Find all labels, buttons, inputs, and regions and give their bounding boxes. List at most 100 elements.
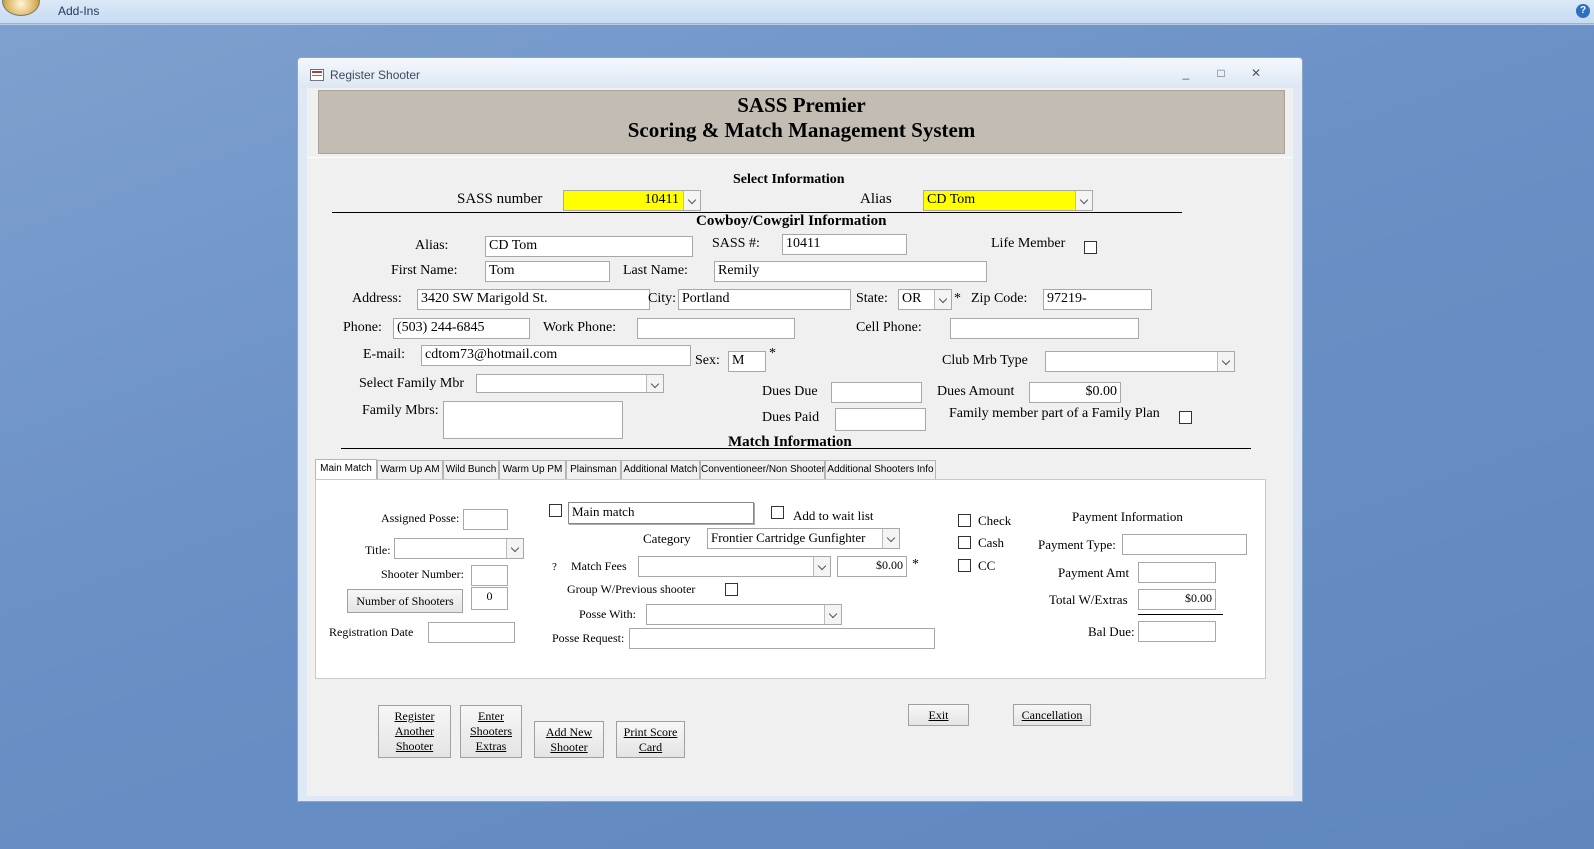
address-label: Address: bbox=[352, 291, 402, 306]
ribbon-tab-add-ins[interactable]: Add-Ins bbox=[58, 4, 99, 18]
workspace-border bbox=[0, 24, 1594, 25]
address-field[interactable]: 3420 SW Marigold St. bbox=[417, 289, 650, 310]
chevron-down-icon[interactable] bbox=[683, 191, 700, 210]
chevron-down-icon[interactable] bbox=[813, 557, 830, 576]
cc-checkbox[interactable] bbox=[958, 559, 971, 572]
select-family-select[interactable] bbox=[476, 374, 664, 393]
tab-warm-up-pm[interactable]: Warm Up PM bbox=[499, 460, 566, 480]
sass-num-field[interactable]: 10411 bbox=[782, 234, 907, 255]
registration-date-label: Registration Date bbox=[329, 625, 414, 639]
minimize-button[interactable]: _ bbox=[1174, 66, 1198, 82]
life-member-label: Life Member bbox=[991, 236, 1066, 251]
alias-field[interactable]: CD Tom bbox=[485, 236, 693, 257]
tab-additional-match[interactable]: Additional Match bbox=[621, 460, 700, 480]
club-mbr-type-select[interactable] bbox=[1045, 351, 1235, 372]
sass-number-label: SASS number bbox=[457, 191, 543, 207]
chevron-down-icon[interactable] bbox=[824, 605, 841, 624]
bal-due-field[interactable] bbox=[1138, 621, 1216, 642]
group-previous-checkbox[interactable] bbox=[725, 583, 738, 596]
payment-type-field[interactable] bbox=[1122, 534, 1247, 555]
phone-field[interactable]: (503) 244-6845 bbox=[393, 318, 530, 339]
tab-main-match[interactable]: Main Match bbox=[315, 459, 377, 481]
posse-with-select[interactable] bbox=[646, 604, 842, 625]
tab-additional-shooters-info[interactable]: Additional Shooters Info bbox=[825, 460, 936, 480]
total-underline bbox=[1138, 614, 1223, 615]
print-score-card-button[interactable]: Print Score Card bbox=[616, 721, 685, 758]
check-checkbox[interactable] bbox=[958, 514, 971, 527]
chevron-down-icon[interactable] bbox=[646, 375, 663, 392]
zip-field[interactable]: 97219- bbox=[1043, 289, 1152, 310]
life-member-checkbox[interactable] bbox=[1084, 241, 1097, 254]
chevron-down-icon[interactable] bbox=[1217, 352, 1234, 371]
exit-button[interactable]: Exit bbox=[908, 704, 969, 726]
family-plan-checkbox[interactable] bbox=[1179, 411, 1192, 424]
assigned-posse-label: Assigned Posse: bbox=[381, 511, 460, 525]
cancellation-button[interactable]: Cancellation bbox=[1013, 704, 1091, 726]
assigned-posse-field[interactable] bbox=[463, 509, 508, 530]
exit-label: Exit bbox=[928, 707, 949, 722]
dues-due-field[interactable] bbox=[831, 382, 922, 403]
category-select[interactable]: Frontier Cartridge Gunfighter bbox=[707, 528, 900, 549]
cash-checkbox[interactable] bbox=[958, 536, 971, 549]
total-extras-field[interactable]: $0.00 bbox=[1138, 589, 1216, 610]
chevron-down-icon[interactable] bbox=[882, 529, 899, 548]
club-mbr-type-label: Club Mrb Type bbox=[942, 353, 1028, 368]
cell-phone-label: Cell Phone: bbox=[856, 320, 922, 335]
chevron-down-icon[interactable] bbox=[1075, 191, 1092, 210]
cash-label: Cash bbox=[978, 535, 1004, 550]
state-select[interactable]: OR bbox=[898, 289, 952, 310]
category-label: Category bbox=[643, 531, 691, 546]
wait-list-label: Add to wait list bbox=[793, 508, 874, 523]
city-field[interactable]: Portland bbox=[678, 289, 851, 310]
posse-request-field[interactable] bbox=[629, 628, 935, 649]
family-mbrs-field[interactable] bbox=[443, 401, 623, 439]
registration-date-field[interactable] bbox=[428, 622, 515, 643]
main-match-field[interactable]: Main match bbox=[568, 502, 754, 524]
sex-field[interactable]: M bbox=[728, 351, 766, 372]
tab-plainsman[interactable]: Plainsman bbox=[566, 460, 621, 480]
cell-phone-field[interactable] bbox=[950, 318, 1139, 339]
tab-warm-up-am[interactable]: Warm Up AM bbox=[377, 460, 443, 480]
match-divider bbox=[341, 448, 1251, 449]
chevron-down-icon[interactable] bbox=[506, 539, 523, 558]
add-new-shooter-button[interactable]: Add New Shooter bbox=[534, 721, 604, 758]
register-another-button[interactable]: Register Another Shooter bbox=[378, 705, 451, 758]
office-button[interactable] bbox=[2, 0, 40, 16]
tab-wild-bunch[interactable]: Wild Bunch bbox=[443, 460, 499, 480]
sex-required-mark: * bbox=[769, 346, 776, 361]
number-of-shooters-button[interactable]: Number of Shooters bbox=[347, 589, 463, 613]
cancellation-label: Cancellation bbox=[1021, 707, 1083, 722]
maximize-button[interactable]: □ bbox=[1209, 66, 1233, 82]
enter-extras-label: Enter Shooters Extras bbox=[470, 709, 512, 753]
match-fees-select[interactable] bbox=[638, 556, 831, 577]
help-icon[interactable]: ? bbox=[1576, 4, 1590, 18]
number-of-shooters-field[interactable]: 0 bbox=[471, 587, 508, 610]
main-match-checkbox[interactable] bbox=[549, 504, 562, 517]
posse-request-label: Posse Request: bbox=[552, 631, 625, 645]
state-required-mark: * bbox=[954, 291, 961, 306]
last-name-field[interactable]: Remily bbox=[714, 261, 987, 282]
wait-list-checkbox[interactable] bbox=[771, 506, 784, 519]
match-fees-amount[interactable]: $0.00 bbox=[837, 556, 907, 577]
close-button[interactable]: ✕ bbox=[1244, 66, 1268, 82]
dues-amount-field[interactable]: $0.00 bbox=[1029, 382, 1121, 403]
shooter-number-field[interactable] bbox=[471, 565, 508, 586]
header-divider bbox=[307, 157, 1293, 158]
first-name-field[interactable]: Tom bbox=[485, 261, 610, 282]
alias-select[interactable]: CD Tom bbox=[923, 190, 1093, 211]
dues-paid-field[interactable] bbox=[835, 408, 926, 431]
chevron-down-icon[interactable] bbox=[934, 290, 951, 309]
dues-amount-label: Dues Amount bbox=[937, 384, 1015, 399]
title-select[interactable] bbox=[394, 538, 524, 559]
enter-extras-button[interactable]: Enter Shooters Extras bbox=[460, 705, 522, 758]
work-phone-field[interactable] bbox=[637, 318, 795, 339]
payment-amt-field[interactable] bbox=[1138, 562, 1216, 583]
number-of-shooters-label: Number of Shooters bbox=[356, 593, 454, 608]
payment-amt-label: Payment Amt bbox=[1058, 565, 1130, 580]
shooter-number-label: Shooter Number: bbox=[381, 567, 464, 581]
tab-conventioneer[interactable]: Conventioneer/Non Shooter bbox=[700, 460, 825, 480]
email-field[interactable]: cdtom73@hotmail.com bbox=[421, 345, 691, 366]
bal-due-label: Bal Due: bbox=[1088, 624, 1135, 639]
sass-number-select[interactable]: 10411 bbox=[563, 190, 701, 211]
window-titlebar: Register Shooter _ □ ✕ bbox=[298, 58, 1302, 88]
